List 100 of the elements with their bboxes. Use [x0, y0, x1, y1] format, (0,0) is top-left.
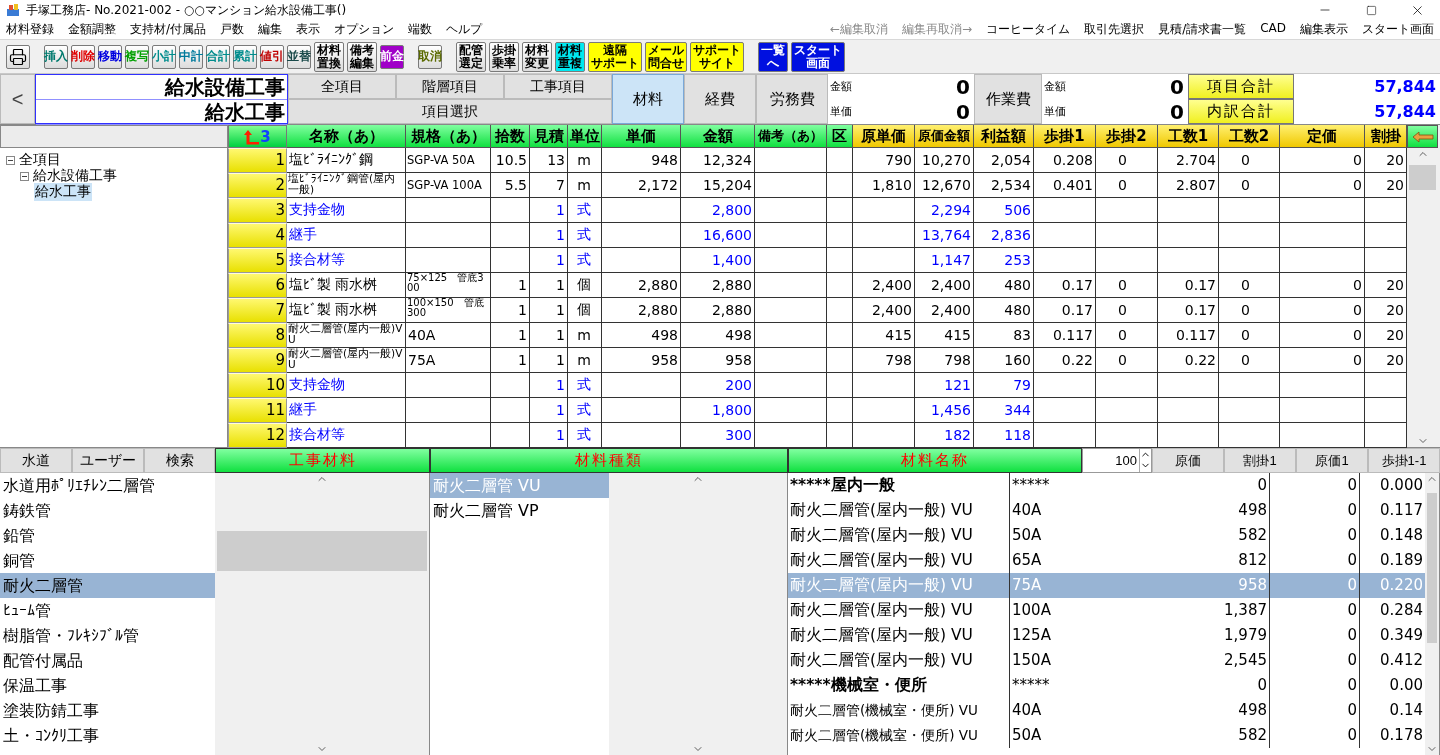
list-item[interactable]: 銅管	[0, 548, 215, 573]
menu-item[interactable]: ヘルプ	[446, 21, 483, 38]
collapse-columns-button[interactable]	[1407, 125, 1438, 148]
scrollbar[interactable]	[1425, 473, 1439, 755]
column-header[interactable]: 名称（あ）	[287, 125, 406, 148]
column-header[interactable]: 工数2	[1219, 125, 1280, 148]
row-number[interactable]: 1	[228, 148, 287, 173]
category-tab[interactable]: 材料	[612, 74, 684, 124]
menu-item[interactable]: 表示	[296, 21, 321, 38]
column-header[interactable]: 利益額	[974, 125, 1034, 148]
list-item[interactable]: 鋳鉄管	[0, 498, 215, 523]
column-button[interactable]: 割掛1	[1224, 448, 1296, 473]
total-button[interactable]: 項目合計	[1188, 74, 1294, 99]
row-number[interactable]: 3	[228, 198, 287, 223]
row-number[interactable]: 2	[228, 173, 287, 198]
toolbar-button[interactable]: スタート 画面	[791, 41, 845, 72]
menu-item[interactable]: 編集	[258, 21, 283, 38]
list-item[interactable]: 保温工事	[0, 673, 215, 698]
material-row[interactable]: 耐火二層管(機械室・便所) VU 50A 582 0 0.178	[788, 723, 1425, 748]
toolbar-button[interactable]: 合計	[206, 44, 230, 69]
column-header[interactable]: 定価	[1280, 125, 1365, 148]
column-button[interactable]: 歩掛1-1	[1368, 448, 1440, 473]
list-item[interactable]: 耐火二層管 VP	[430, 498, 609, 523]
scrollbar-thumb[interactable]	[1427, 493, 1437, 643]
scrollbar-thumb[interactable]	[1409, 165, 1436, 190]
column-header[interactable]: 歩掛2	[1096, 125, 1158, 148]
scope-tab[interactable]: 階層項目	[396, 74, 504, 99]
list-item[interactable]: 土・ｺﾝｸﾘ工事	[0, 723, 215, 748]
toolbar-button[interactable]: 材料 変更	[522, 41, 552, 72]
material-row[interactable]: 耐火二層管(屋内一般) VU 150A 2,545 0 0.412	[788, 648, 1425, 673]
toolbar-button[interactable]: メール 問合せ	[645, 41, 687, 72]
toolbar-button[interactable]: 挿入	[44, 44, 68, 69]
material-row[interactable]: 耐火二層管(機械室・便所) VU 40A 498 0 0.14	[788, 698, 1425, 723]
material-row[interactable]: *****機械室・便所 ***** 0 0 0.00	[788, 673, 1425, 698]
toolbar-button[interactable]: 歩掛 乗率	[489, 41, 519, 72]
toolbar-button[interactable]: 中計	[179, 44, 203, 69]
material-row[interactable]: *****屋内一般 ***** 0 0 0.000	[788, 473, 1425, 498]
toolbar-button[interactable]: 取消	[418, 44, 442, 69]
row-number[interactable]: 11	[228, 398, 287, 423]
column-header[interactable]: 規格（あ）	[406, 125, 491, 148]
column-button[interactable]: 原価1	[1296, 448, 1368, 473]
total-button[interactable]: 内訳合計	[1188, 99, 1294, 124]
material-row[interactable]: 耐火二層管(屋内一般) VU 40A 498 0 0.117	[788, 498, 1425, 523]
scope-tab[interactable]: 工事項目	[504, 74, 612, 99]
collapse-icon[interactable]	[20, 171, 29, 181]
row-number[interactable]: 12	[228, 423, 287, 448]
menu-item[interactable]: 戸数	[220, 21, 245, 38]
menu-item[interactable]: 端数	[408, 21, 433, 38]
menu-item[interactable]: スタート画面	[1362, 21, 1434, 38]
source-tab[interactable]: ユーザー	[72, 448, 144, 473]
toolbar-button[interactable]: 遠隔 サポート	[588, 41, 642, 72]
menu-item[interactable]: 材料登録	[6, 21, 54, 38]
list-item[interactable]: 塗装防錆工事	[0, 698, 215, 723]
source-tab[interactable]: 水道	[0, 448, 72, 473]
list-item[interactable]: 配管付属品	[0, 648, 215, 673]
tree-item[interactable]: 給水工事	[34, 183, 92, 201]
material-row[interactable]: 耐火二層管(屋内一般) VU 100A 1,387 0 0.284	[788, 598, 1425, 623]
row-number[interactable]: 5	[228, 248, 287, 273]
list-item[interactable]: 樹脂管・ﾌﾚｷｼﾌﾞﾙ管	[0, 623, 215, 648]
toolbar-button[interactable]: サポート サイト	[690, 41, 744, 72]
menu-item[interactable]: 編集表示	[1300, 21, 1348, 38]
scrollbar[interactable]	[214, 473, 429, 755]
menu-item[interactable]: 金額調整	[68, 21, 116, 38]
row-number[interactable]: 10	[228, 373, 287, 398]
column-header[interactable]: 区	[827, 125, 853, 148]
column-header[interactable]: 金額	[681, 125, 755, 148]
row-number[interactable]: 7	[228, 298, 287, 323]
menu-item[interactable]: 支持材/付属品	[130, 21, 207, 38]
toolbar-button[interactable]: 材料 置換	[314, 41, 344, 72]
toolbar-button[interactable]: 材料 重複	[555, 41, 585, 72]
scope-tab[interactable]: 全項目	[288, 74, 396, 99]
material-row[interactable]: 耐火二層管(屋内一般) VU 50A 582 0 0.148	[788, 523, 1425, 548]
toolbar-button[interactable]: 値引	[260, 44, 284, 69]
toolbar-button[interactable]: 累計	[233, 44, 257, 69]
tree-item[interactable]: 全項目	[18, 151, 62, 169]
column-header[interactable]: 原価金額	[915, 125, 974, 148]
quantity-spinner[interactable]: 100	[1082, 448, 1152, 473]
column-button[interactable]: 原価	[1152, 448, 1224, 473]
column-header[interactable]: 見積	[530, 125, 568, 148]
toolbar-button[interactable]: 前金	[380, 44, 404, 69]
column-header[interactable]: 単位	[568, 125, 602, 148]
collapse-icon[interactable]	[6, 155, 15, 165]
item-select-button[interactable]: 項目選択	[288, 99, 612, 124]
list-item[interactable]: 耐火二層管	[0, 573, 215, 598]
column-header[interactable]: 割掛	[1365, 125, 1407, 148]
toolbar-button[interactable]: 小計	[152, 44, 176, 69]
toolbar-button[interactable]: 配管 選定	[456, 41, 486, 72]
work-cost-button[interactable]: 作業費	[974, 74, 1042, 124]
toolbar-button[interactable]: 一覧 へ	[758, 41, 788, 72]
menu-item[interactable]: コーヒータイム	[986, 21, 1071, 38]
tree-item[interactable]: 給水設備工事	[32, 167, 118, 185]
menu-item[interactable]: 見積/請求書一覧	[1158, 21, 1247, 38]
row-number[interactable]: 8	[228, 323, 287, 348]
row-number[interactable]: 6	[228, 273, 287, 298]
column-header[interactable]: 工数1	[1158, 125, 1219, 148]
list-item[interactable]: ﾋｭｰﾑ管	[0, 598, 215, 623]
column-header[interactable]: 原単価	[853, 125, 915, 148]
list-item[interactable]: 水道用ﾎﾟﾘｴﾁﾚﾝ二層管	[0, 473, 215, 498]
list-item[interactable]: 鉛管	[0, 523, 215, 548]
column-header[interactable]: 拾数	[491, 125, 530, 148]
